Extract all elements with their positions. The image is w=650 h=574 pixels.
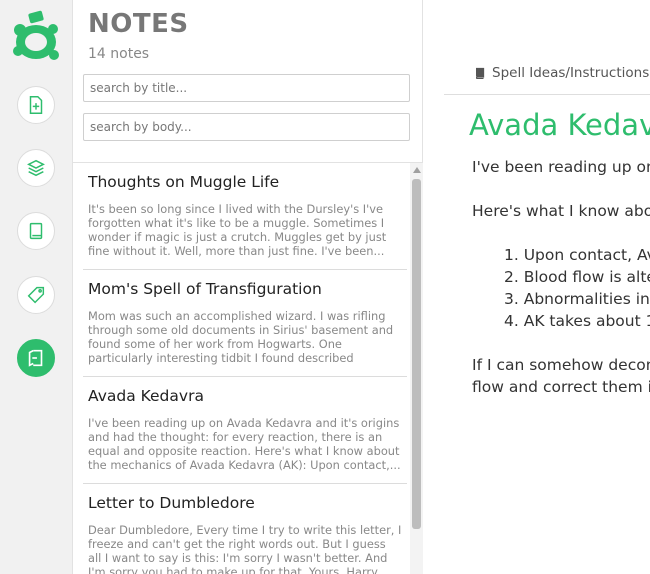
note-list-item[interactable]: Letter to Dumbledore Dear Dumbledore, Ev… bbox=[83, 484, 407, 574]
note-list-item[interactable]: Avada Kedavra I've been reading up on Av… bbox=[83, 377, 407, 484]
note-paragraph: flow and correct them in bbox=[472, 378, 650, 396]
note-title: Thoughts on Muggle Life bbox=[88, 173, 280, 191]
tag-icon bbox=[27, 286, 45, 304]
notes-heading: NOTES bbox=[88, 9, 189, 39]
file-plus-icon bbox=[29, 96, 43, 114]
notebook-button[interactable] bbox=[17, 212, 55, 250]
notes-list-panel: NOTES 14 notes Thoughts on Muggle Life I… bbox=[73, 0, 423, 574]
layers-icon bbox=[27, 159, 45, 177]
logout-button[interactable] bbox=[17, 339, 55, 377]
notes-count: 14 notes bbox=[88, 46, 150, 62]
notebook-breadcrumb[interactable]: Spell Ideas/Instructions bbox=[474, 65, 649, 81]
list-item: 1. Upon contact, Ava bbox=[504, 246, 650, 264]
divider bbox=[444, 94, 650, 95]
note-ordered-list: 1. Upon contact, Ava 2. Blood flow is al… bbox=[504, 244, 650, 332]
note-title: Avada Kedavra bbox=[88, 387, 204, 405]
scroll-up-arrow-icon[interactable] bbox=[413, 167, 421, 173]
turtle-logo-icon[interactable] bbox=[9, 8, 61, 64]
note-list-item[interactable]: Thoughts on Muggle Life It's been so lon… bbox=[83, 163, 407, 270]
note-preview: Mom was such an accomplished wizard. I w… bbox=[88, 309, 394, 365]
tags-button[interactable] bbox=[17, 276, 55, 314]
note-preview: It's been so long since I lived with the… bbox=[88, 202, 387, 258]
note-title: Letter to Dumbledore bbox=[88, 494, 255, 512]
sidebar bbox=[0, 0, 73, 574]
notebook-name: Spell Ideas/Instructions bbox=[492, 65, 650, 81]
new-note-button[interactable] bbox=[17, 86, 55, 124]
list-item: 2. Blood flow is alte bbox=[504, 268, 650, 286]
list-item: 4. AK takes about 10 bbox=[504, 312, 650, 330]
notes-scrollbar[interactable] bbox=[410, 163, 423, 574]
book-icon bbox=[475, 67, 485, 79]
note-list-item[interactable]: Mom's Spell of Transfiguration Mom was s… bbox=[83, 270, 407, 377]
scroll-thumb[interactable] bbox=[412, 179, 421, 529]
note-view: Spell Ideas/Instructions Avada Kedavr I'… bbox=[424, 0, 650, 574]
list-item: 3. Abnormalities in b bbox=[504, 290, 650, 308]
layers-button[interactable] bbox=[17, 149, 55, 187]
note-preview: I've been reading up on Avada Kedavra an… bbox=[88, 416, 401, 472]
notes-list: Thoughts on Muggle Life It's been so lon… bbox=[73, 163, 408, 574]
note-paragraph: I've been reading up on bbox=[472, 158, 650, 176]
note-paragraph: If I can somehow decons bbox=[472, 356, 650, 374]
search-by-title-input[interactable] bbox=[83, 74, 410, 102]
exit-door-icon bbox=[28, 349, 43, 367]
note-title-heading: Avada Kedavr bbox=[469, 108, 650, 142]
note-title: Mom's Spell of Transfiguration bbox=[88, 280, 322, 298]
note-paragraph: Here's what I know abou bbox=[472, 202, 650, 220]
note-preview: Dear Dumbledore, Every time I try to wri… bbox=[88, 523, 402, 574]
book-icon bbox=[29, 222, 43, 240]
search-by-body-input[interactable] bbox=[83, 113, 410, 141]
